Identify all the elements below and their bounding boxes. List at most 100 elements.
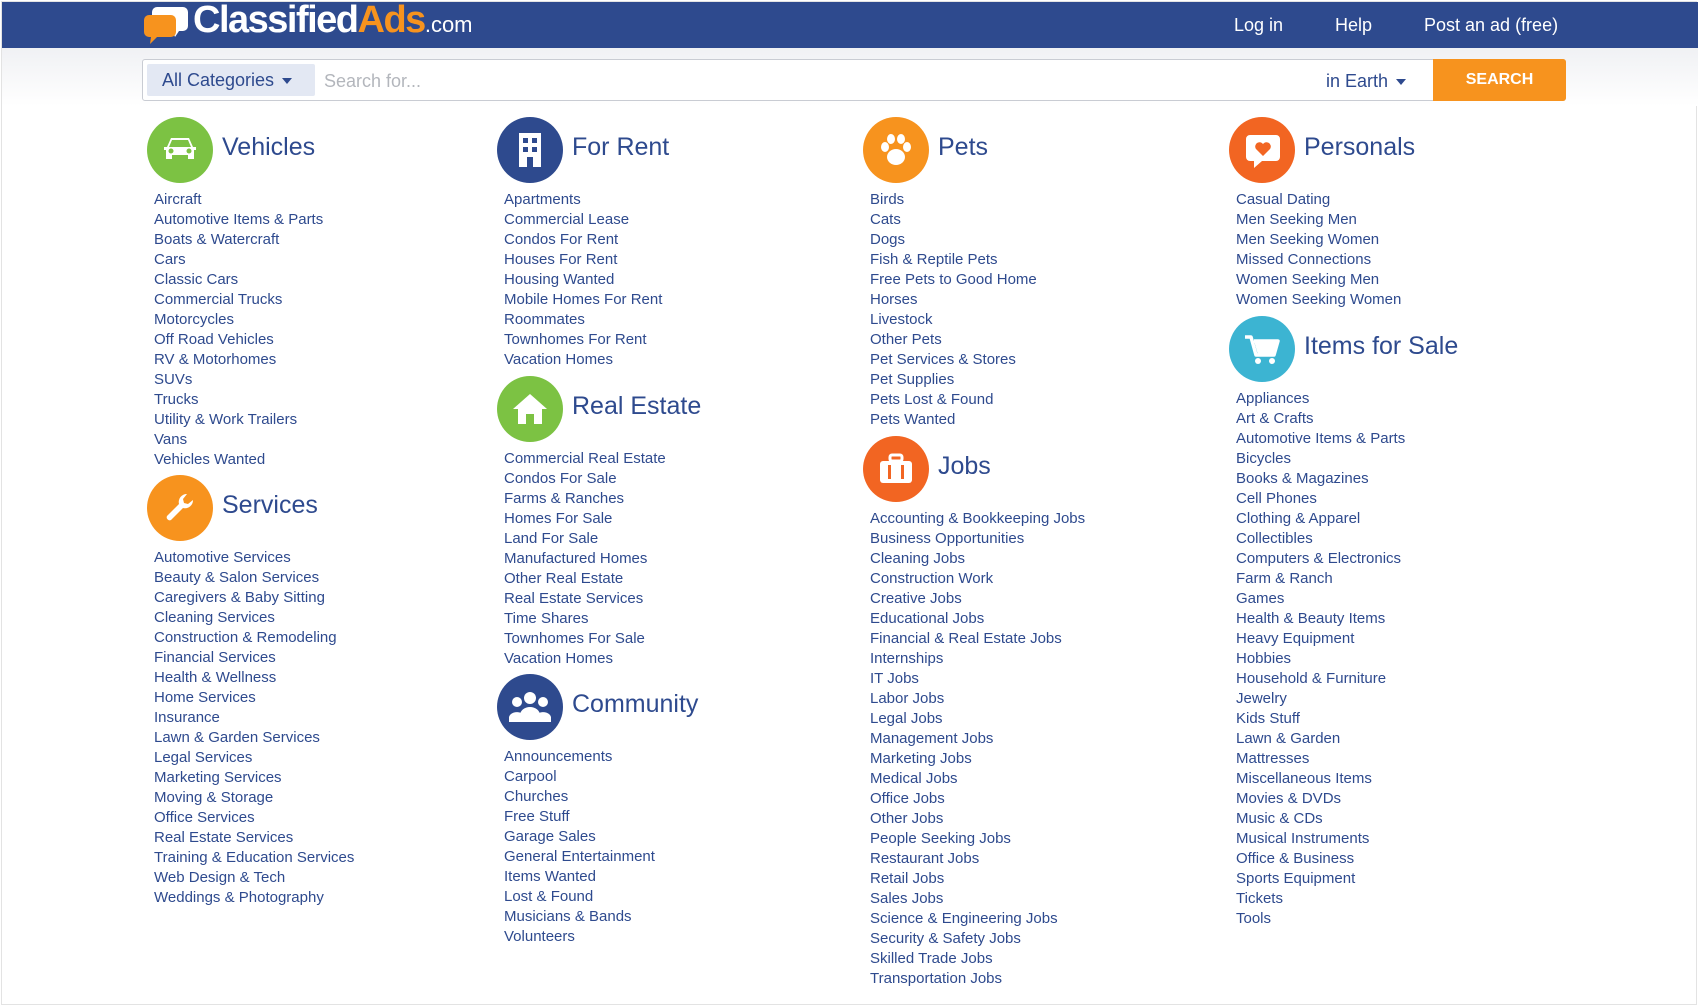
category-title[interactable]: Personals	[1304, 133, 1415, 162]
category-title[interactable]: Vehicles	[222, 133, 315, 162]
subcategory-link[interactable]: Marketing Services	[154, 768, 354, 788]
subcategory-link[interactable]: Web Design & Tech	[154, 868, 354, 888]
subcategory-link[interactable]: Health & Beauty Items	[1236, 609, 1405, 629]
subcategory-link[interactable]: Vacation Homes	[504, 350, 662, 370]
subcategory-link[interactable]: Free Pets to Good Home	[870, 270, 1037, 290]
subcategory-link[interactable]: Bicycles	[1236, 449, 1405, 469]
subcategory-link[interactable]: Insurance	[154, 708, 354, 728]
chat-heart-icon[interactable]	[1229, 117, 1295, 183]
subcategory-link[interactable]: Art & Crafts	[1236, 409, 1405, 429]
subcategory-link[interactable]: Collectibles	[1236, 529, 1405, 549]
subcategory-link[interactable]: Cats	[870, 210, 1037, 230]
subcategory-link[interactable]: Science & Engineering Jobs	[870, 909, 1085, 929]
subcategory-link[interactable]: Automotive Services	[154, 548, 354, 568]
subcategory-link[interactable]: Creative Jobs	[870, 589, 1085, 609]
subcategory-link[interactable]: Marketing Jobs	[870, 749, 1085, 769]
subcategory-link[interactable]: Sales Jobs	[870, 889, 1085, 909]
subcategory-link[interactable]: Pet Supplies	[870, 370, 1037, 390]
subcategory-link[interactable]: Other Real Estate	[504, 569, 666, 589]
subcategory-link[interactable]: Garage Sales	[504, 827, 655, 847]
subcategory-link[interactable]: Construction Work	[870, 569, 1085, 589]
subcategory-link[interactable]: Trucks	[154, 390, 323, 410]
subcategory-link[interactable]: Fish & Reptile Pets	[870, 250, 1037, 270]
subcategory-link[interactable]: Miscellaneous Items	[1236, 769, 1405, 789]
subcategory-link[interactable]: Restaurant Jobs	[870, 849, 1085, 869]
category-title[interactable]: Services	[222, 491, 318, 520]
subcategory-link[interactable]: Real Estate Services	[504, 589, 666, 609]
subcategory-link[interactable]: RV & Motorhomes	[154, 350, 323, 370]
subcategory-link[interactable]: Mattresses	[1236, 749, 1405, 769]
subcategory-link[interactable]: Office Jobs	[870, 789, 1085, 809]
subcategory-link[interactable]: SUVs	[154, 370, 323, 390]
subcategory-link[interactable]: Dogs	[870, 230, 1037, 250]
subcategory-link[interactable]: Horses	[870, 290, 1037, 310]
subcategory-link[interactable]: Hobbies	[1236, 649, 1405, 669]
subcategory-link[interactable]: People Seeking Jobs	[870, 829, 1085, 849]
subcategory-link[interactable]: Commercial Lease	[504, 210, 662, 230]
subcategory-link[interactable]: Games	[1236, 589, 1405, 609]
subcategory-link[interactable]: Heavy Equipment	[1236, 629, 1405, 649]
subcategory-link[interactable]: Labor Jobs	[870, 689, 1085, 709]
location-dropdown[interactable]: in Earth	[1326, 64, 1426, 96]
subcategory-link[interactable]: Carpool	[504, 767, 655, 787]
building-icon[interactable]	[497, 117, 563, 183]
category-title[interactable]: Real Estate	[572, 392, 701, 421]
subcategory-link[interactable]: Men Seeking Men	[1236, 210, 1401, 230]
subcategory-link[interactable]: Computers & Electronics	[1236, 549, 1405, 569]
subcategory-link[interactable]: Free Stuff	[504, 807, 655, 827]
subcategory-link[interactable]: Real Estate Services	[154, 828, 354, 848]
subcategory-link[interactable]: Volunteers	[504, 927, 655, 947]
subcategory-link[interactable]: Sports Equipment	[1236, 869, 1405, 889]
subcategory-link[interactable]: Legal Services	[154, 748, 354, 768]
subcategory-link[interactable]: Homes For Sale	[504, 509, 666, 529]
category-title[interactable]: Items for Sale	[1304, 332, 1458, 361]
subcategory-link[interactable]: Financial Services	[154, 648, 354, 668]
post-ad-link[interactable]: Post an ad (free)	[1424, 15, 1558, 36]
subcategory-link[interactable]: Motorcycles	[154, 310, 323, 330]
subcategory-link[interactable]: Condos For Rent	[504, 230, 662, 250]
subcategory-link[interactable]: Men Seeking Women	[1236, 230, 1401, 250]
subcategory-link[interactable]: Houses For Rent	[504, 250, 662, 270]
subcategory-link[interactable]: Moving & Storage	[154, 788, 354, 808]
subcategory-link[interactable]: Vans	[154, 430, 323, 450]
subcategory-link[interactable]: Pets Wanted	[870, 410, 1037, 430]
subcategory-link[interactable]: Manufactured Homes	[504, 549, 666, 569]
subcategory-link[interactable]: Tickets	[1236, 889, 1405, 909]
subcategory-link[interactable]: Announcements	[504, 747, 655, 767]
subcategory-link[interactable]: Movies & DVDs	[1236, 789, 1405, 809]
category-title[interactable]: Pets	[938, 133, 988, 162]
subcategory-link[interactable]: Off Road Vehicles	[154, 330, 323, 350]
cart-icon[interactable]	[1229, 316, 1295, 382]
subcategory-link[interactable]: Churches	[504, 787, 655, 807]
search-button[interactable]: SEARCH	[1433, 59, 1566, 101]
subcategory-link[interactable]: Vacation Homes	[504, 649, 666, 669]
subcategory-link[interactable]: IT Jobs	[870, 669, 1085, 689]
subcategory-link[interactable]: Livestock	[870, 310, 1037, 330]
subcategory-link[interactable]: Home Services	[154, 688, 354, 708]
subcategory-link[interactable]: Items Wanted	[504, 867, 655, 887]
help-link[interactable]: Help	[1335, 15, 1372, 36]
subcategory-link[interactable]: Missed Connections	[1236, 250, 1401, 270]
subcategory-link[interactable]: Casual Dating	[1236, 190, 1401, 210]
login-link[interactable]: Log in	[1234, 15, 1283, 36]
subcategory-link[interactable]: Management Jobs	[870, 729, 1085, 749]
subcategory-link[interactable]: Birds	[870, 190, 1037, 210]
subcategory-link[interactable]: Kids Stuff	[1236, 709, 1405, 729]
subcategory-link[interactable]: Internships	[870, 649, 1085, 669]
subcategory-link[interactable]: Townhomes For Sale	[504, 629, 666, 649]
subcategory-link[interactable]: Farm & Ranch	[1236, 569, 1405, 589]
subcategory-link[interactable]: Training & Education Services	[154, 848, 354, 868]
subcategory-link[interactable]: Aircraft	[154, 190, 323, 210]
subcategory-link[interactable]: Medical Jobs	[870, 769, 1085, 789]
subcategory-link[interactable]: Automotive Items & Parts	[154, 210, 323, 230]
subcategory-link[interactable]: Time Shares	[504, 609, 666, 629]
category-title[interactable]: Jobs	[938, 452, 991, 481]
subcategory-link[interactable]: Classic Cars	[154, 270, 323, 290]
subcategory-link[interactable]: Educational Jobs	[870, 609, 1085, 629]
subcategory-link[interactable]: Apartments	[504, 190, 662, 210]
subcategory-link[interactable]: Clothing & Apparel	[1236, 509, 1405, 529]
subcategory-link[interactable]: Utility & Work Trailers	[154, 410, 323, 430]
subcategory-link[interactable]: Office & Business	[1236, 849, 1405, 869]
subcategory-link[interactable]: Women Seeking Women	[1236, 290, 1401, 310]
subcategory-link[interactable]: Mobile Homes For Rent	[504, 290, 662, 310]
